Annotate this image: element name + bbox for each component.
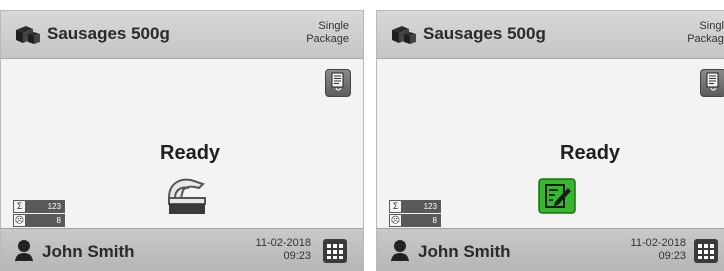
- total-count: 123: [47, 202, 61, 211]
- mode-label[interactable]: Single Package: [687, 20, 724, 46]
- footer: John Smith 11-02-2018 09:23: [377, 228, 724, 271]
- menu-grid-icon: [698, 244, 714, 259]
- counters: Σ 123 ☹ 8: [13, 200, 65, 228]
- user-name[interactable]: John Smith: [42, 242, 135, 262]
- status-text: Ready: [160, 142, 221, 164]
- menu-button[interactable]: [323, 239, 347, 263]
- mode-label-line1: Single: [318, 20, 349, 32]
- edit-icon[interactable]: [538, 178, 576, 214]
- header: Sausages 500g Single Package: [377, 11, 724, 59]
- mode-label-line2: Package: [306, 33, 349, 45]
- total-counter: Σ 123: [13, 200, 65, 213]
- mode-label-line1: Single: [699, 20, 724, 32]
- report-button[interactable]: [700, 69, 724, 97]
- mode-label-line2: Package: [687, 33, 724, 45]
- menu-button[interactable]: [694, 239, 718, 263]
- footer: John Smith 11-02-2018 09:23: [1, 228, 363, 271]
- sad-face-icon: ☹: [390, 215, 401, 226]
- datetime: 11-02-2018 09:23: [631, 237, 686, 263]
- user-icon[interactable]: [390, 239, 410, 261]
- menu-grid-icon: [327, 244, 343, 259]
- mode-label[interactable]: Single Package: [306, 20, 349, 46]
- report-icon: [706, 72, 719, 91]
- user-name[interactable]: John Smith: [418, 242, 511, 262]
- sigma-icon: Σ: [390, 201, 401, 212]
- reject-counter: ☹ 8: [13, 214, 65, 227]
- time: 09:23: [283, 250, 311, 262]
- sigma-icon: Σ: [14, 201, 25, 212]
- counters: Σ 123 ☹ 8: [389, 200, 441, 228]
- product-icon: [16, 26, 40, 44]
- reject-count: 8: [56, 216, 61, 225]
- sad-face-icon: ☹: [14, 215, 25, 226]
- total-count: 123: [423, 202, 437, 211]
- status-text: Ready: [560, 142, 621, 164]
- product-icon: [392, 26, 416, 44]
- report-icon: [331, 72, 344, 91]
- scale-icon: [167, 178, 206, 214]
- reject-count: 8: [432, 216, 437, 225]
- time: 09:23: [658, 250, 686, 262]
- screen-right: Sausages 500g Single Package Ready Σ 123: [376, 10, 724, 271]
- header: Sausages 500g Single Package: [1, 11, 363, 59]
- date: 11-02-2018: [255, 237, 311, 249]
- user-icon[interactable]: [14, 239, 34, 261]
- date: 11-02-2018: [630, 237, 686, 249]
- report-button[interactable]: [325, 69, 351, 97]
- datetime: 11-02-2018 09:23: [256, 237, 311, 263]
- reject-counter: ☹ 8: [389, 214, 441, 227]
- total-counter: Σ 123: [389, 200, 441, 213]
- product-name: Sausages 500g: [423, 24, 546, 43]
- product-name: Sausages 500g: [47, 24, 170, 43]
- screen-left: Sausages 500g Single Package Ready Σ 123…: [0, 10, 364, 271]
